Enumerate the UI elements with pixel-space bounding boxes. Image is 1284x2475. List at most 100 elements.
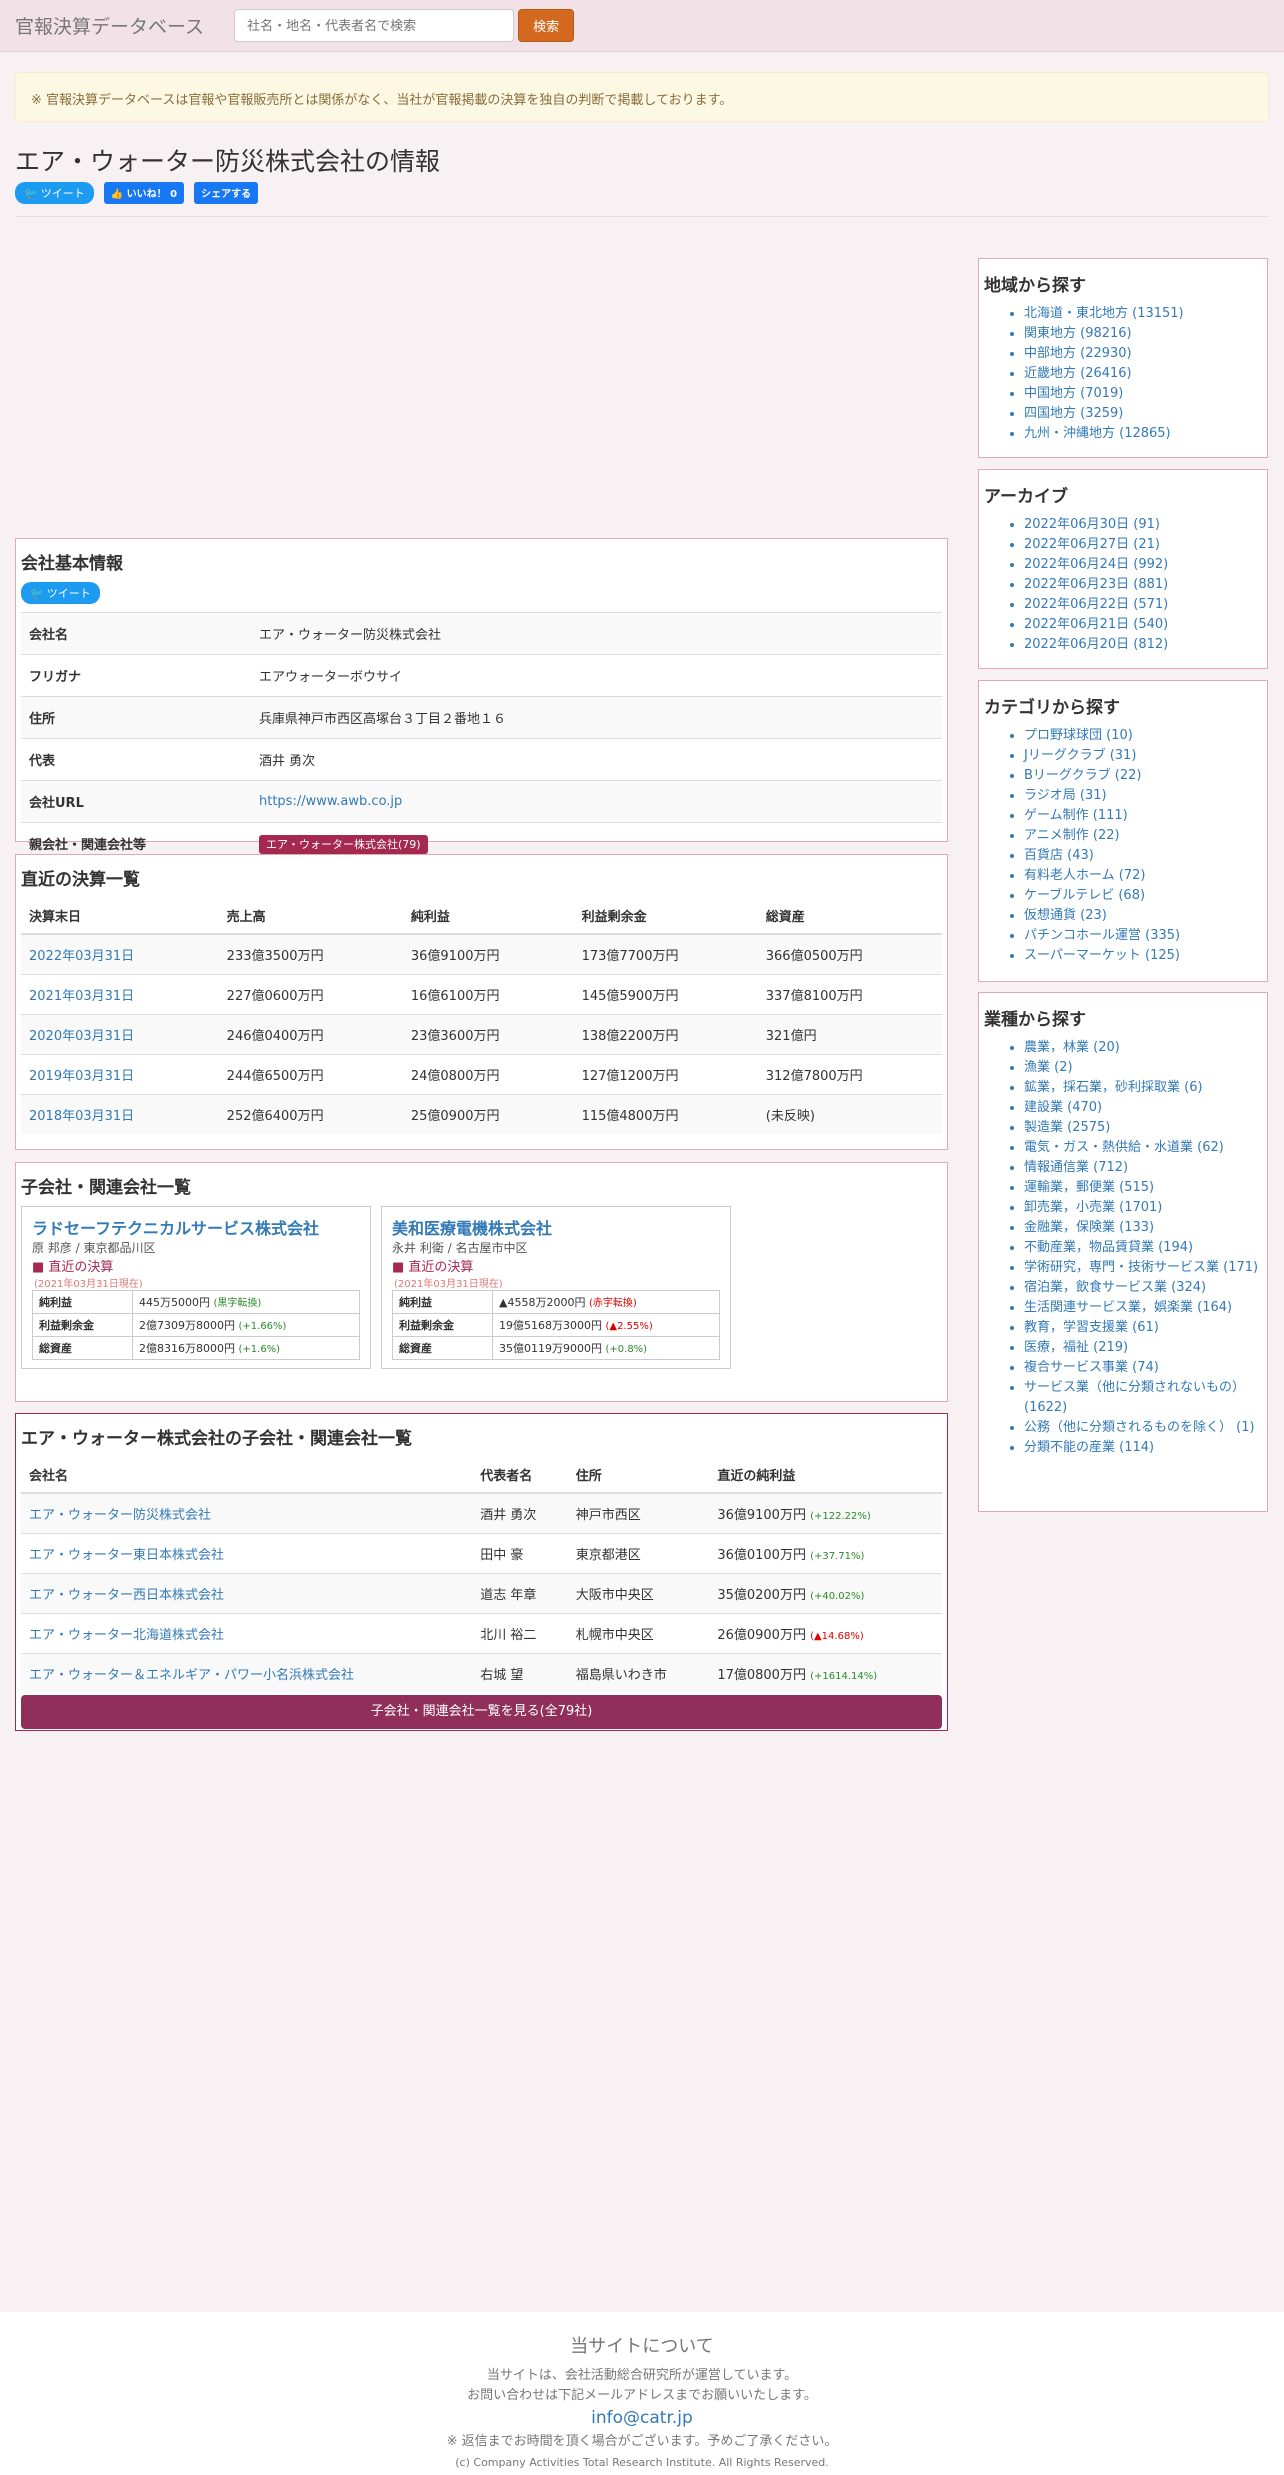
sidebar-link[interactable]: 四国地方 (3259) [1024,406,1123,421]
sidebar-link[interactable]: 医療，福祉 (219) [1024,1340,1128,1355]
sidebar-link[interactable]: 建設業 (470) [1024,1100,1102,1115]
sidebar-link[interactable]: 情報通信業 (712) [1024,1160,1128,1175]
table-row: 2022年03月31日 233億3500万円 36億9100万円 173億7700万円… [21,933,942,975]
table-row: 総資産 35億0119万9000円 (+0.8%) [392,1336,720,1360]
sidebar-list-item: 製造業 (2575) [1024,1118,1262,1138]
sidebar-link[interactable]: 中国地方 (7019) [1024,386,1123,401]
sidebar-link[interactable]: 九州・沖縄地方 (12865) [1024,426,1171,441]
metric-value: 2億7309万8000円 (+1.66%) [132,1313,360,1337]
sidebar-link[interactable]: 2022年06月27日 (21) [1024,537,1160,552]
sidebar-link[interactable]: 北海道・東北地方 (13151) [1024,306,1184,321]
subsidiary-name-link[interactable]: 美和医療電機株式会社 [392,1219,552,1238]
metric-change: (+0.8%) [605,1344,648,1355]
representative-value: 酒井 勇次 [251,738,942,781]
fiscal-date-link[interactable]: 2022年03月31日 [29,949,134,964]
sidebar-list-item: 漁業 (2) [1024,1058,1262,1078]
more-subsidiaries-button[interactable]: 子会社・関連会社一覧を見る(全79社) [21,1695,942,1729]
sidebar-link[interactable]: 電気・ガス・熱供給・水道業 (62) [1024,1140,1224,1155]
sidebar-link[interactable]: 教育，学習支援業 (61) [1024,1320,1159,1335]
fiscal-date-link[interactable]: 2018年03月31日 [29,1109,134,1124]
sidebar-link[interactable]: アニメ制作 (22) [1024,828,1120,843]
sidebar-link[interactable]: 運輸業，郵便業 (515) [1024,1180,1154,1195]
parent-group-body: エア・ウォーター防災株式会社 酒井 勇次 神戸市西区 36億9100万円 (+1… [21,1492,942,1693]
sidebar-list-item: 仮想通貨 (23) [1024,906,1262,926]
search-button[interactable]: 検索 [518,9,575,42]
table-cell: 115億4800万円 [573,1094,758,1134]
fb-like-label: いいね！ 0 [126,189,178,200]
financials-panel: 直近の決算一覧 決算末日 売上高 純利益 利益剰余金 総資産 2022年03月3… [15,854,948,1150]
sidebar-link[interactable]: 複合サービス事業 (74) [1024,1360,1159,1375]
sidebar-link[interactable]: 2022年06月20日 (812) [1024,637,1168,652]
sidebar-list-item: ラジオ局 (31) [1024,786,1262,806]
group-company-link[interactable]: エア・ウォーター北海道株式会社 [29,1628,224,1643]
results-date: (2021年03月31日現在) [394,1279,503,1290]
sidebar-link[interactable]: 卸売業，小売業 (1701) [1024,1200,1162,1215]
sidebar-link[interactable]: 2022年06月30日 (91) [1024,517,1160,532]
basic-tweet-button[interactable]: 🐦 ツイート [21,582,100,604]
company-name-value: エア・ウォーター防災株式会社 [251,612,942,655]
table-row: 利益剰余金 19億5168万3000円 (▲2.55%) [392,1313,720,1337]
tweet-button[interactable]: 🐦 ツイート [15,182,94,204]
sidebar-link[interactable]: プロ野球球団 (10) [1024,728,1133,743]
table-cell: 2020年03月31日 [21,1014,219,1055]
sidebar-link[interactable]: 2022年06月21日 (540) [1024,617,1168,632]
category-title: カテゴリから探す [984,698,1120,718]
fiscal-date-link[interactable]: 2021年03月31日 [29,989,134,1004]
sidebar-list-item: Bリーグクラブ (22) [1024,766,1262,786]
latest-results-label: ■ 直近の決算 [392,1256,720,1275]
table-row: フリガナ エアウォーターボウサイ [21,654,942,697]
sidebar-link[interactable]: 仮想通貨 (23) [1024,908,1107,923]
sidebar-link[interactable]: 宿泊業，飲食サービス業 (324) [1024,1280,1206,1295]
subsidiary-name-link[interactable]: ラドセーフテクニカルサービス株式会社 [32,1219,319,1238]
table-row: 会社URL https://www.awb.co.jp [21,780,942,823]
sidebar-link[interactable]: 生活関連サービス業，娯楽業 (164) [1024,1300,1232,1315]
sidebar-link[interactable]: 鉱業，採石業，砂利採取業 (6) [1024,1080,1203,1095]
fb-like-button[interactable]: 👍 いいね！ 0 [103,182,185,204]
sidebar-link[interactable]: 有料老人ホーム (72) [1024,868,1145,883]
sidebar-link[interactable]: スーパーマーケット (125) [1024,948,1180,963]
sidebar-link[interactable]: 金融業，保険業 (133) [1024,1220,1154,1235]
sidebar-link[interactable]: 分類不能の産業 (114) [1024,1440,1154,1455]
sidebar-link[interactable]: ケーブルテレビ (68) [1024,888,1145,903]
group-company-link[interactable]: エア・ウォーター東日本株式会社 [29,1548,224,1563]
group-company-link[interactable]: エア・ウォーター防災株式会社 [29,1508,211,1523]
group-company-link[interactable]: エア・ウォーター西日本株式会社 [29,1588,224,1603]
sidebar-link[interactable]: 中部地方 (22930) [1024,346,1132,361]
footer-email-link[interactable]: info@catr.jp [0,2408,1284,2428]
sidebar-link[interactable]: 2022年06月24日 (992) [1024,557,1168,572]
sidebar-link[interactable]: 製造業 (2575) [1024,1120,1110,1135]
sidebar-link[interactable]: 学術研究，専門・技術サービス業 (171) [1024,1260,1258,1275]
sidebar-link[interactable]: 公務（他に分類されるものを除く） (1) [1024,1420,1255,1435]
sidebar-link[interactable]: ラジオ局 (31) [1024,788,1107,803]
fiscal-date-link[interactable]: 2020年03月31日 [29,1029,134,1044]
sidebar-link[interactable]: 百貨店 (43) [1024,848,1094,863]
col-rep: 代表者名 [472,1457,568,1494]
parent-company-badge[interactable]: エア・ウォーター株式会社(79) [259,834,428,854]
sidebar-link[interactable]: 農業，林業 (20) [1024,1040,1120,1055]
subsidiaries-panel: 子会社・関連会社一覧 ラドセーフテクニカルサービス株式会社 原 邦彦 / 東京都… [15,1162,948,1402]
footer: 当サイトについて 当サイトは、会社活動総合研究所が運営しています。 お問い合わせ… [0,2312,1284,2475]
table-cell: 138億2200万円 [573,1014,758,1055]
group-company-link[interactable]: エア・ウォーター＆エネルギア・パワー小名浜株式会社 [29,1668,354,1683]
sidebar-link[interactable]: パチンコホール運営 (335) [1024,928,1180,943]
sidebar-link[interactable]: 関東地方 (98216) [1024,326,1132,341]
sidebar-link[interactable]: サービス業（他に分類されないもの） (1622) [1024,1380,1245,1415]
notice-banner: ※ 官報決算データベースは官報や官報販売所とは関係がなく、当社が官報掲載の決算を… [15,72,1269,122]
sidebar-link[interactable]: 2022年06月23日 (881) [1024,577,1168,592]
sidebar-link[interactable]: 2022年06月22日 (571) [1024,597,1168,612]
sidebar-link[interactable]: Bリーグクラブ (22) [1024,768,1141,783]
sidebar-link[interactable]: 漁業 (2) [1024,1060,1073,1075]
sidebar-link[interactable]: Jリーグクラブ (31) [1024,748,1136,763]
sidebar-link[interactable]: ゲーム制作 (111) [1024,808,1128,823]
fb-share-button[interactable]: シェアする [194,182,259,204]
company-url-link[interactable]: https://www.awb.co.jp [259,794,402,809]
parent-group-table: 会社名 代表者名 住所 直近の純利益 エア・ウォーター防災株式会社 酒井 勇次 … [21,1457,942,1693]
col-date: 決算末日 [21,898,219,935]
search-input[interactable] [234,9,515,42]
site-brand[interactable]: 官報決算データベース [15,12,204,39]
sidebar-link[interactable]: 不動産業，物品賃貸業 (194) [1024,1240,1193,1255]
fiscal-date-link[interactable]: 2019年03月31日 [29,1069,134,1084]
metric-amount: 445万5000円 [139,1296,210,1309]
sidebar-link[interactable]: 近畿地方 (26416) [1024,366,1132,381]
table-row: エア・ウォーター北海道株式会社 北川 裕二 札幌市中央区 26億0900万円 (… [21,1613,942,1654]
